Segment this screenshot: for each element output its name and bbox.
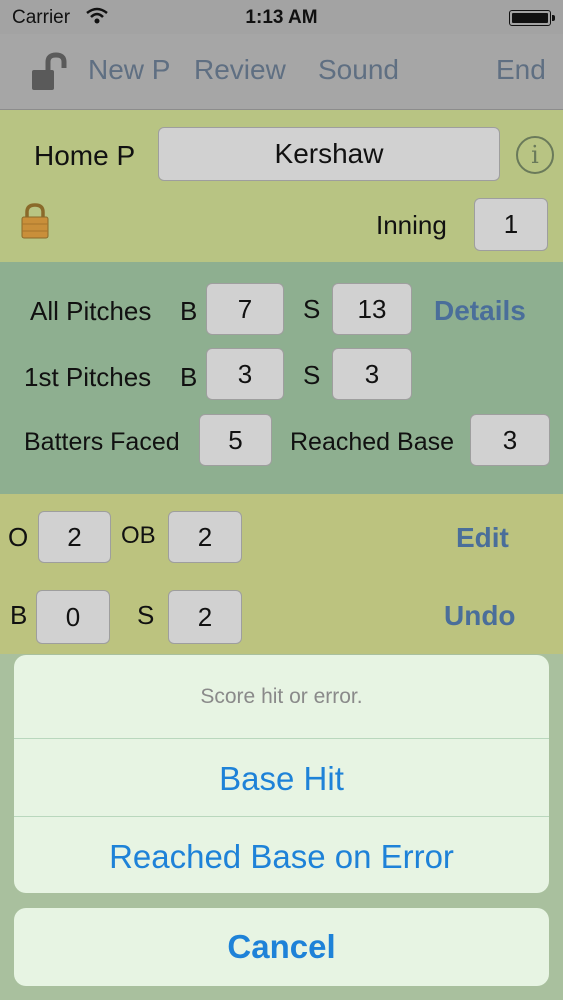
first-pitches-label: 1st Pitches — [24, 362, 152, 392]
first-balls-label: B — [180, 362, 198, 392]
undo-button[interactable]: Undo — [444, 600, 516, 632]
all-balls-label: B — [180, 296, 198, 326]
action-sheet-title: Score hit or error. — [14, 655, 549, 739]
base-hit-option[interactable]: Base Hit — [14, 740, 549, 817]
home-pitcher-label: Home P — [34, 140, 136, 171]
balls-label: B — [10, 600, 28, 630]
first-strikes-label: S — [303, 360, 321, 390]
sound-button[interactable]: Sound — [318, 54, 399, 86]
outs-field[interactable]: 2 — [38, 511, 111, 563]
batters-faced-field[interactable]: 5 — [199, 414, 272, 466]
batters-faced-label: Batters Faced — [24, 428, 180, 456]
padlock-icon[interactable] — [20, 202, 50, 240]
toolbar: New P Review Sound End — [0, 34, 563, 110]
all-pitches-label: All Pitches — [30, 296, 152, 326]
reached-base-label: Reached Base — [290, 428, 455, 456]
all-balls-field[interactable]: 7 — [206, 283, 284, 335]
edit-button[interactable]: Edit — [456, 522, 509, 554]
on-base-label: OB — [121, 522, 156, 549]
battery-icon — [509, 10, 555, 26]
new-pitcher-button[interactable]: New P — [88, 54, 170, 86]
status-bar: Carrier 1:13 AM — [0, 0, 563, 34]
unlock-icon[interactable] — [30, 52, 70, 92]
first-balls-field[interactable]: 3 — [206, 348, 284, 400]
action-sheet: Score hit or error. Base Hit Reached Bas… — [14, 655, 549, 893]
on-base-field[interactable]: 2 — [168, 511, 242, 563]
details-button[interactable]: Details — [434, 295, 526, 327]
first-strikes-field[interactable]: 3 — [332, 348, 412, 400]
pitcher-name-field[interactable]: Kershaw — [158, 127, 500, 181]
cancel-button[interactable]: Cancel — [14, 908, 549, 986]
outs-label: O — [8, 522, 29, 552]
review-button[interactable]: Review — [194, 54, 286, 86]
inning-label: Inning — [376, 210, 447, 240]
clock: 1:13 AM — [245, 7, 318, 28]
all-strikes-field[interactable]: 13 — [332, 283, 412, 335]
inning-field[interactable]: 1 — [474, 198, 548, 251]
strikes-label: S — [137, 600, 155, 630]
reached-base-field[interactable]: 3 — [470, 414, 550, 466]
balls-field[interactable]: 0 — [36, 590, 110, 644]
end-button[interactable]: End — [496, 54, 546, 86]
all-strikes-label: S — [303, 294, 321, 324]
info-icon[interactable]: i — [516, 136, 554, 174]
strikes-field[interactable]: 2 — [168, 590, 242, 644]
reached-on-error-option[interactable]: Reached Base on Error — [14, 818, 549, 893]
